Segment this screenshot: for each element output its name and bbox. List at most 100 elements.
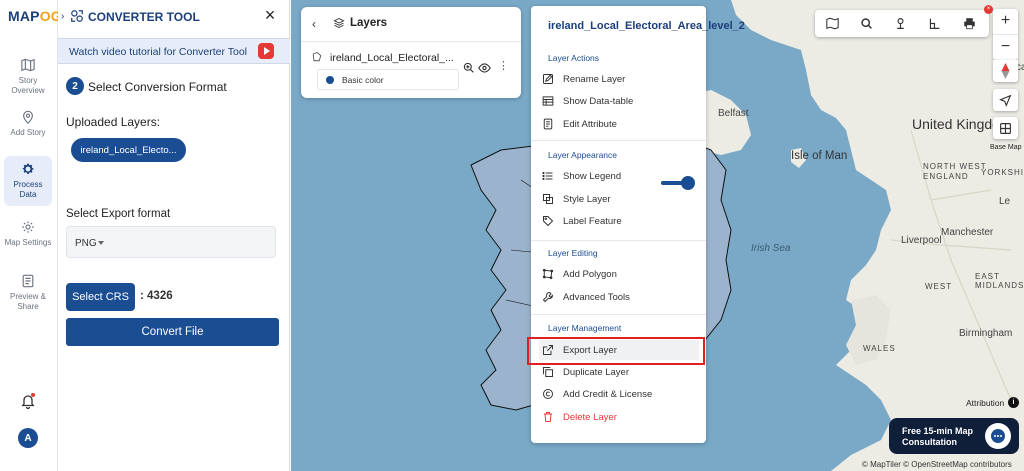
close-icon[interactable]: × bbox=[262, 6, 278, 24]
layers-card-title: Layers bbox=[350, 17, 388, 29]
map-label-east-midlands: EAST MIDLANDS bbox=[975, 272, 1024, 290]
section-layer-management: Layer Management bbox=[548, 323, 622, 333]
panel-title: CONVERTER TOOL bbox=[88, 10, 200, 24]
export-format-select[interactable]: PNG bbox=[66, 226, 276, 258]
map-label-yorkshire: YORKSHIRE bbox=[981, 168, 1024, 177]
location-pin-icon bbox=[23, 110, 33, 124]
crs-value: : 4326 bbox=[140, 290, 173, 302]
menu-item-duplicate-layer[interactable]: Duplicate Layer bbox=[539, 362, 699, 382]
list-icon bbox=[542, 171, 553, 181]
menu-item-show-data-table[interactable]: Show Data-table bbox=[539, 91, 699, 111]
wrench-icon bbox=[542, 292, 553, 303]
rail-item-process-data[interactable]: Process Data bbox=[4, 156, 52, 206]
left-rail: MAPOG Story Overview Add Story Process D… bbox=[0, 0, 62, 471]
rail-item-preview-share[interactable]: Preview & Share bbox=[4, 268, 52, 318]
search-icon[interactable] bbox=[860, 17, 873, 30]
rail-item-add-story[interactable]: Add Story bbox=[4, 104, 52, 154]
divider bbox=[301, 41, 521, 42]
export-format-value: PNG bbox=[75, 238, 97, 249]
more-options-icon[interactable]: ⋮ bbox=[498, 61, 509, 73]
locate-button[interactable] bbox=[993, 89, 1018, 111]
visibility-eye-icon[interactable] bbox=[478, 63, 491, 73]
duplicate-icon bbox=[543, 367, 553, 377]
tag-icon bbox=[543, 216, 554, 227]
avatar[interactable]: A bbox=[18, 428, 38, 448]
menu-divider bbox=[531, 140, 706, 141]
youtube-icon[interactable] bbox=[258, 43, 274, 59]
chevron-down-icon bbox=[98, 241, 104, 245]
map-label-liverpool: Liverpool bbox=[901, 235, 942, 246]
menu-item-rename-layer[interactable]: Rename Layer bbox=[539, 69, 699, 89]
layers-card: ‹ Layers ireland_Local_Electoral_... ⋮ B… bbox=[301, 7, 521, 98]
free-consultation-button[interactable]: Free 15-min Map Consultation bbox=[889, 418, 1019, 454]
video-tutorial-bar[interactable]: Watch video tutorial for Converter Tool bbox=[58, 38, 290, 64]
export-icon bbox=[543, 345, 553, 355]
location-person-icon[interactable] bbox=[894, 17, 907, 30]
menu-layer-title: ireland_Local_Electoral_Area_level_2 bbox=[548, 20, 745, 32]
measure-icon[interactable] bbox=[928, 17, 941, 30]
basemap-label: Base Map bbox=[990, 144, 1022, 151]
export-format-label: Select Export format bbox=[66, 208, 171, 220]
rail-item-story-overview[interactable]: Story Overview bbox=[4, 52, 52, 102]
chat-bubble-icon bbox=[991, 429, 1005, 443]
menu-item-add-polygon[interactable]: Add Polygon bbox=[539, 264, 699, 284]
basemap-icon bbox=[1000, 123, 1011, 134]
video-tutorial-link[interactable]: Watch video tutorial for Converter Tool bbox=[69, 46, 247, 58]
zoom-in-button[interactable]: + bbox=[993, 9, 1018, 34]
layer-context-menu: ireland_Local_Electoral_Area_level_2 Lay… bbox=[531, 6, 745, 443]
info-icon[interactable]: i bbox=[1008, 397, 1019, 408]
consultation-text: Free 15-min Map Consultation bbox=[902, 426, 974, 447]
menu-item-edit-attribute[interactable]: Edit Attribute bbox=[539, 114, 699, 134]
uploaded-layer-chip[interactable]: ireland_Local_Electo... bbox=[71, 138, 186, 162]
back-icon[interactable]: ‹ bbox=[312, 17, 322, 31]
zoom-controls: + − bbox=[993, 9, 1018, 60]
menu-item-add-credit-license[interactable]: Add Credit & License bbox=[539, 384, 699, 404]
menu-divider bbox=[531, 314, 706, 315]
mapog-logo[interactable]: MAPOG bbox=[8, 8, 62, 24]
color-label: Basic color bbox=[342, 75, 384, 85]
select-crs-button[interactable]: Select CRS bbox=[66, 283, 135, 311]
rail-item-map-settings[interactable]: Map Settings bbox=[4, 214, 52, 264]
uploaded-layers-label: Uploaded Layers: bbox=[66, 115, 161, 129]
map-label-wales: WALES bbox=[863, 344, 896, 353]
menu-item-label-feature[interactable]: Label Feature bbox=[539, 211, 699, 231]
toggle-knob bbox=[681, 176, 695, 190]
settings-icon bbox=[22, 221, 34, 233]
zoom-to-layer-icon[interactable] bbox=[463, 62, 474, 73]
polygon-icon bbox=[542, 268, 554, 280]
toolbar-close-badge[interactable]: × bbox=[984, 5, 993, 14]
map-label-belfast: Belfast bbox=[718, 108, 749, 119]
zoom-out-button[interactable]: − bbox=[993, 34, 1018, 59]
map-label-isle-of-man: Isle of Man bbox=[791, 150, 848, 162]
layer-name[interactable]: ireland_Local_Electoral_... bbox=[330, 52, 454, 64]
menu-item-export-layer[interactable]: Export Layer bbox=[539, 340, 699, 360]
map-credit: © MapTiler © OpenStreetMap contributors bbox=[862, 460, 1012, 469]
map-label-birmingham: Birmingham bbox=[959, 328, 1013, 339]
menu-divider bbox=[531, 240, 706, 241]
map-book-icon[interactable] bbox=[826, 17, 839, 30]
menu-item-delete-layer[interactable]: Delete Layer bbox=[539, 407, 699, 427]
section-layer-editing: Layer Editing bbox=[548, 248, 598, 258]
notification-dot bbox=[31, 393, 35, 397]
menu-item-style-layer[interactable]: Style Layer bbox=[539, 189, 699, 209]
menu-item-advanced-tools[interactable]: Advanced Tools bbox=[539, 287, 699, 307]
basemap-button[interactable] bbox=[993, 117, 1018, 139]
table-icon bbox=[542, 96, 554, 106]
compass-button[interactable] bbox=[993, 60, 1018, 82]
trash-icon bbox=[543, 412, 553, 422]
layers-icon bbox=[333, 17, 345, 29]
chevron-right-icon[interactable]: › bbox=[61, 12, 67, 22]
navigation-arrow-icon bbox=[999, 94, 1012, 107]
show-legend-toggle[interactable] bbox=[661, 176, 695, 190]
section-layer-appearance: Layer Appearance bbox=[548, 150, 617, 160]
map-label-west-midlands: WEST bbox=[925, 282, 953, 291]
layers-style-icon bbox=[543, 194, 553, 204]
step-number-badge: 2 bbox=[66, 77, 84, 95]
print-icon[interactable] bbox=[963, 17, 976, 30]
attribution-label[interactable]: Attribution bbox=[966, 398, 1004, 408]
layer-color-row[interactable]: Basic color bbox=[317, 69, 459, 90]
convert-file-button[interactable]: Convert File bbox=[66, 318, 279, 346]
copyright-icon bbox=[543, 389, 553, 399]
map-label-irish-sea: Irish Sea bbox=[751, 243, 791, 254]
chat-icon[interactable] bbox=[985, 423, 1011, 449]
